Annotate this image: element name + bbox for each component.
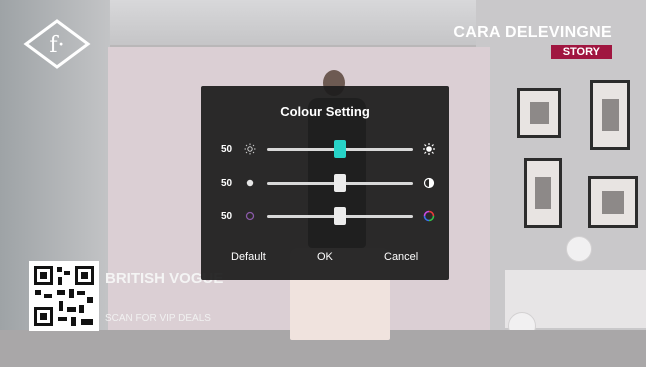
brightness-slider-thumb[interactable]	[334, 140, 346, 158]
contrast-slider-thumb[interactable]	[334, 174, 346, 192]
saturation-slider-thumb[interactable]	[334, 207, 346, 225]
contrast-slider-row: 50	[201, 170, 449, 194]
promo-subtitle: SCAN FOR VIP DEALS	[105, 313, 211, 324]
decor-ball	[566, 236, 592, 262]
video-screen: f· CARA DELEVINGNE STORY BRITISH VOGUE S…	[0, 0, 646, 367]
colour-setting-dialog: Colour Setting 50 50 50 Default OK Cance…	[201, 86, 449, 280]
svg-text:f·: f·	[49, 33, 64, 58]
program-tag: STORY	[550, 45, 612, 59]
program-title: CARA DELEVINGNE STORY	[453, 24, 612, 60]
qr-code-icon	[34, 266, 94, 326]
picture-frame	[524, 158, 562, 228]
saturation-slider-track[interactable]	[267, 207, 413, 225]
cancel-button[interactable]: Cancel	[384, 251, 418, 263]
program-name: CARA DELEVINGNE	[453, 24, 612, 41]
brightness-slider-row: 50	[201, 136, 449, 160]
brightness-high-icon	[423, 143, 435, 155]
contrast-value: 50	[221, 178, 233, 189]
dialog-title: Colour Setting	[280, 104, 370, 119]
brightness-slider-track[interactable]	[267, 140, 413, 158]
brightness-value: 50	[221, 144, 233, 155]
ok-button[interactable]: OK	[317, 251, 333, 263]
contrast-dot-icon	[246, 179, 254, 187]
saturation-value: 50	[221, 211, 233, 222]
default-button[interactable]: Default	[231, 251, 266, 263]
saturation-slider-row: 50	[201, 203, 449, 227]
fashiontv-logo-icon: f·	[23, 19, 91, 69]
contrast-half-icon	[423, 177, 435, 189]
picture-frame	[588, 176, 638, 228]
brightness-low-icon	[244, 143, 256, 155]
saturation-low-icon	[245, 211, 255, 221]
qr-code[interactable]	[29, 261, 99, 331]
saturation-high-icon	[423, 210, 435, 222]
picture-frame	[590, 80, 630, 150]
contrast-slider-track[interactable]	[267, 174, 413, 192]
picture-frame	[517, 88, 561, 138]
